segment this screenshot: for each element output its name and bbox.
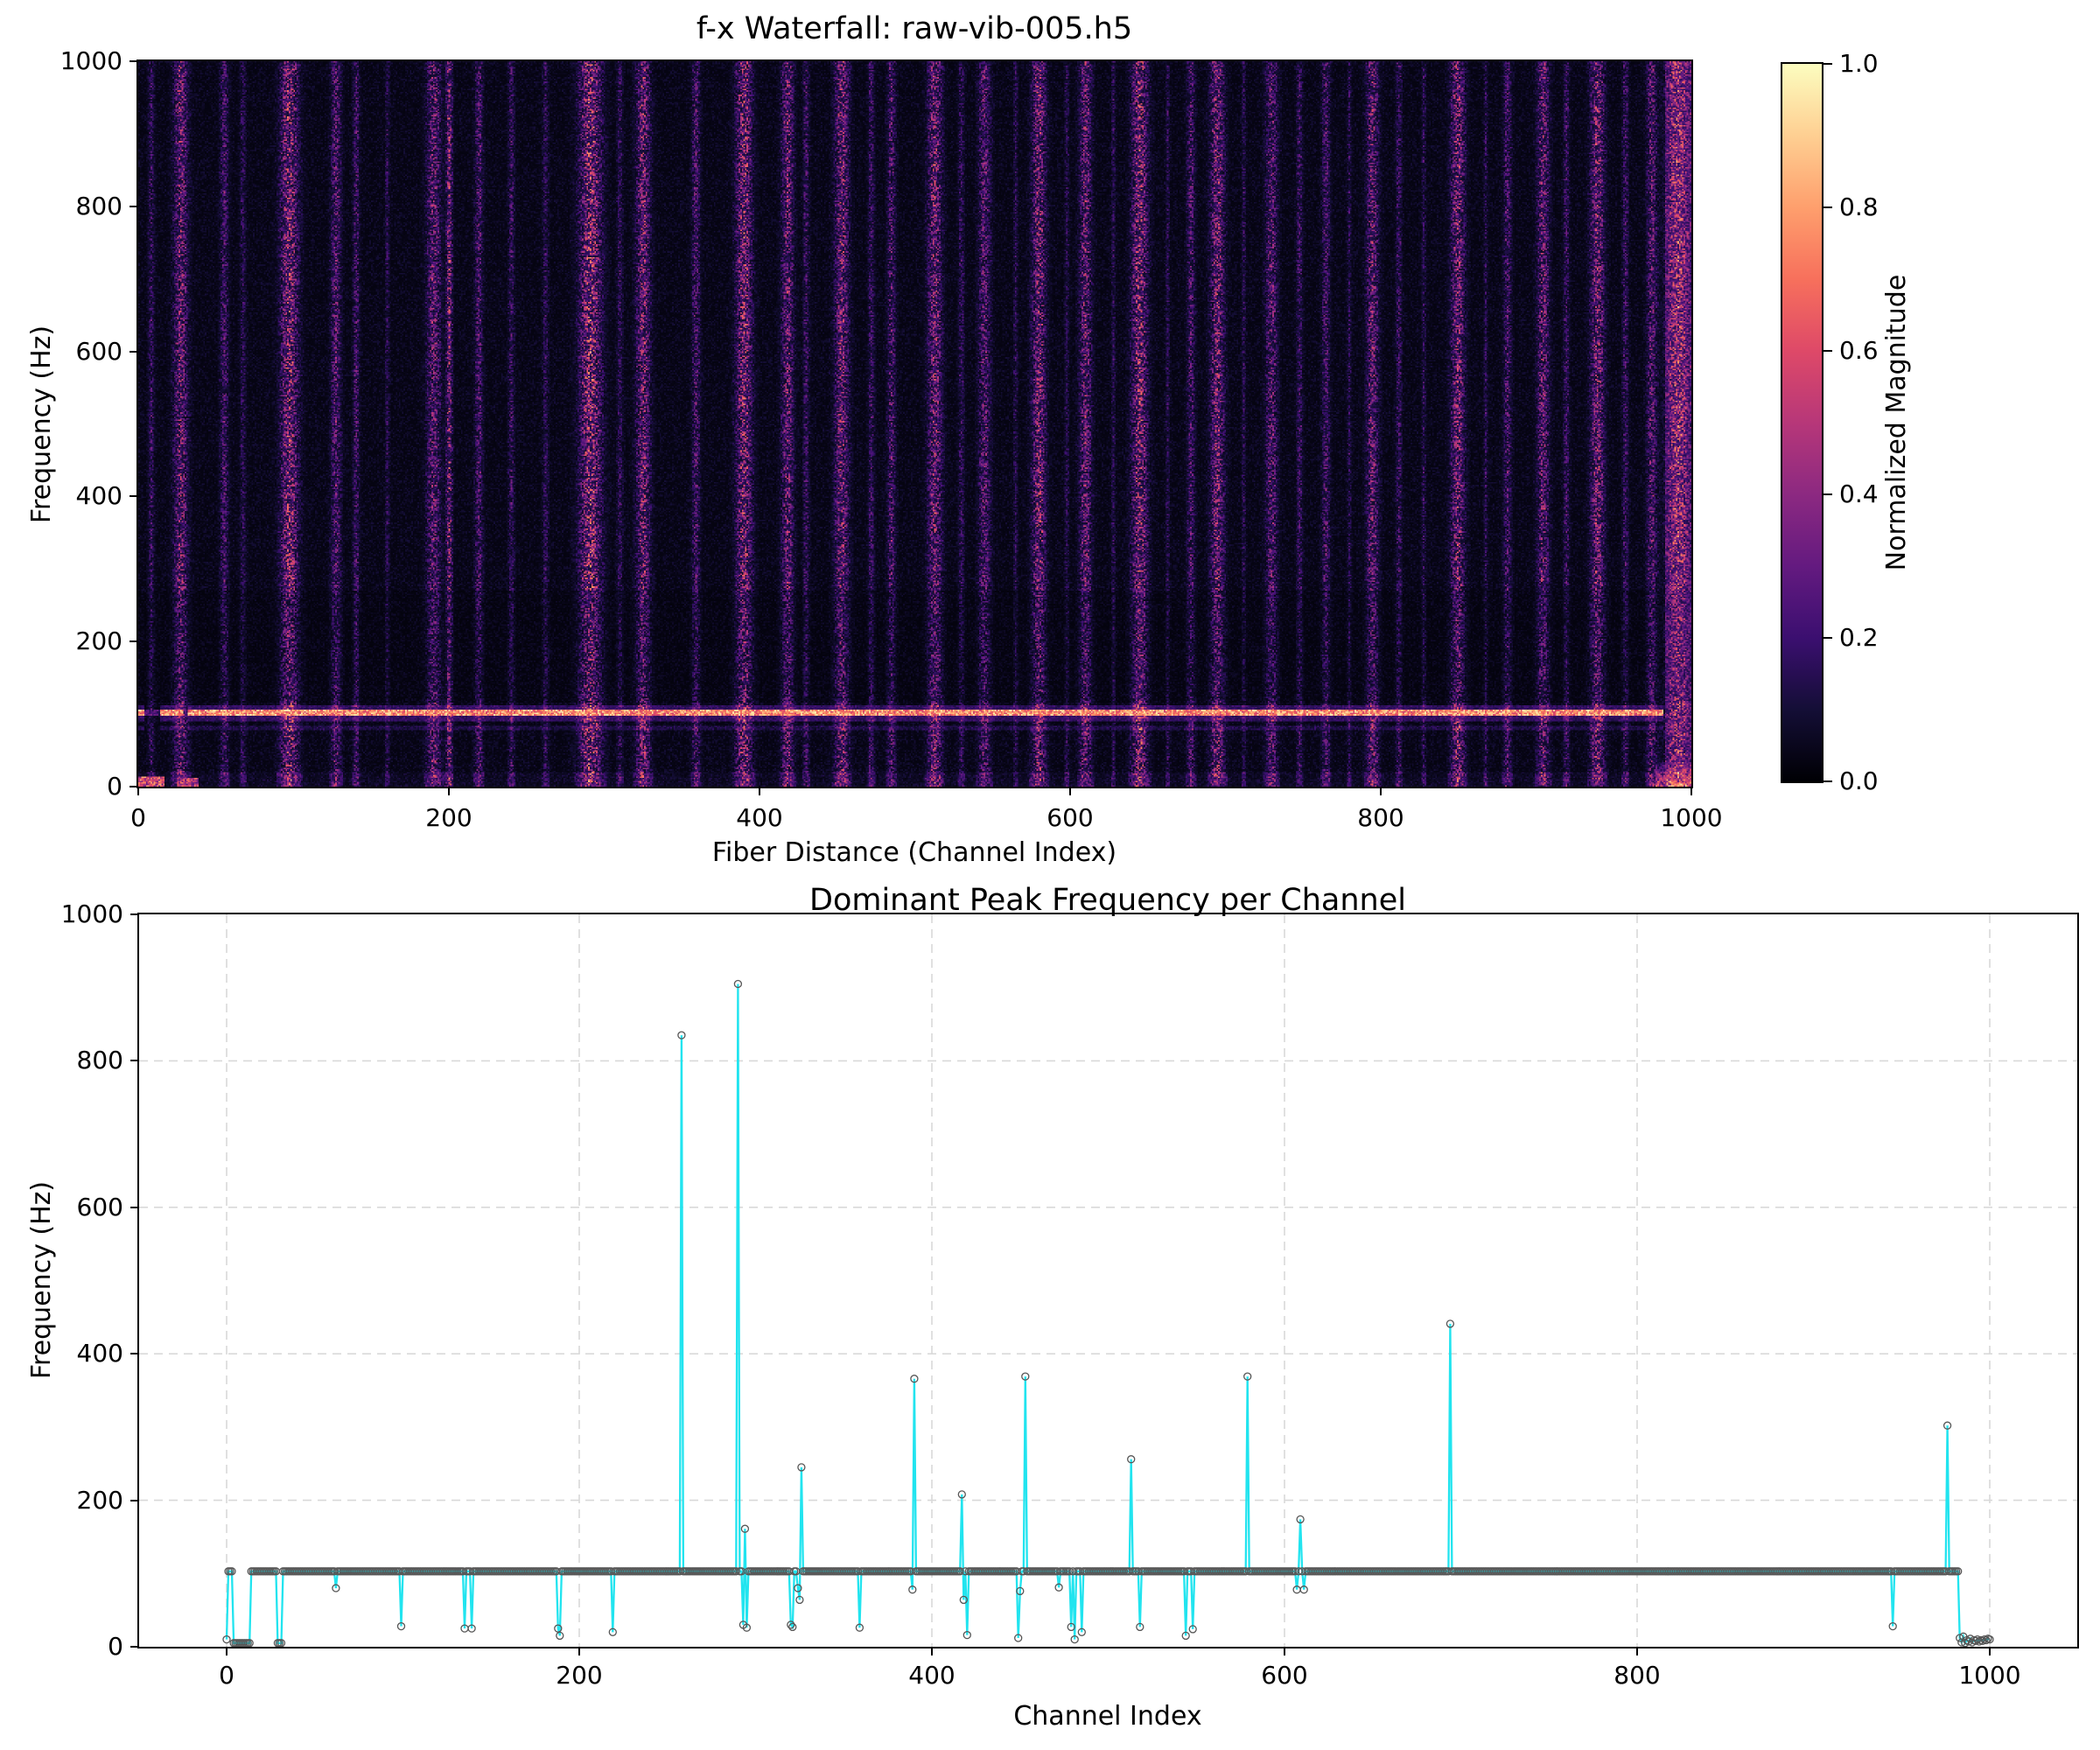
colorbar-tick — [1824, 637, 1832, 639]
peak-frequency-chart — [139, 914, 2077, 1647]
colorbar-gradient — [1782, 64, 1822, 781]
peak-chart-x-tick — [931, 1647, 933, 1656]
colorbar-tick-label: 0.6 — [1839, 336, 1936, 366]
peak-chart-x-tick — [226, 1647, 228, 1656]
colorbar-tick-label: 0.4 — [1839, 480, 1936, 509]
waterfall-x-tick — [1380, 787, 1382, 795]
waterfall-y-tick-label: 200 — [0, 626, 122, 656]
waterfall-plot-area — [136, 60, 1693, 788]
peak-chart-y-tick-label: 400 — [0, 1339, 123, 1368]
peak-chart-x-tick — [1636, 1647, 1638, 1656]
peak-chart-y-tick — [130, 914, 139, 915]
colorbar-tick — [1824, 63, 1832, 65]
colorbar-tick-label: 0.2 — [1839, 623, 1936, 653]
colorbar-tick — [1824, 494, 1832, 495]
waterfall-x-tick-label: 200 — [388, 803, 510, 833]
waterfall-x-tick — [137, 787, 139, 795]
waterfall-x-tick-label: 1000 — [1630, 803, 1753, 833]
waterfall-y-tick-label: 1000 — [0, 46, 122, 76]
waterfall-y-tick — [130, 351, 138, 353]
waterfall-ylabel: Frequency (Hz) — [26, 188, 58, 661]
peak-chart-x-tick-label: 200 — [518, 1661, 640, 1690]
peak-chart-y-tick-label: 600 — [0, 1193, 123, 1222]
colorbar-tick-label: 1.0 — [1839, 49, 1936, 79]
waterfall-xlabel: Fiber Distance (Channel Index) — [389, 837, 1439, 869]
peak-chart-x-tick-label: 600 — [1223, 1661, 1346, 1690]
peak-chart-ylabel: Frequency (Hz) — [26, 1044, 58, 1516]
colorbar-tick-label: 0.0 — [1839, 766, 1936, 796]
waterfall-heatmap — [138, 61, 1691, 787]
figure: f-x Waterfall: raw-vib-005.h5 Frequency … — [0, 0, 2100, 1750]
peak-chart-y-tick — [130, 1353, 139, 1354]
waterfall-y-tick-label: 600 — [0, 337, 122, 367]
waterfall-title: f-x Waterfall: raw-vib-005.h5 — [302, 11, 1527, 46]
colorbar — [1781, 62, 1824, 783]
waterfall-y-tick — [130, 640, 138, 642]
waterfall-x-tick — [1069, 787, 1071, 795]
peak-chart-y-tick-label: 200 — [0, 1486, 123, 1516]
waterfall-x-tick — [1690, 787, 1692, 795]
waterfall-y-tick-label: 800 — [0, 192, 122, 221]
waterfall-x-tick — [759, 787, 760, 795]
waterfall-y-tick-label: 400 — [0, 481, 122, 511]
peak-chart-x-tick — [578, 1647, 580, 1656]
waterfall-y-tick — [130, 495, 138, 497]
peak-chart-x-tick-label: 0 — [165, 1661, 288, 1690]
waterfall-x-tick-label: 400 — [698, 803, 821, 833]
waterfall-x-tick — [448, 787, 450, 795]
peak-chart-y-tick-label: 800 — [0, 1046, 123, 1075]
colorbar-tick-label: 0.8 — [1839, 192, 1936, 222]
peak-chart-x-tick-label: 800 — [1576, 1661, 1698, 1690]
peak-chart-y-tick — [130, 1207, 139, 1208]
colorbar-label: Normalized Magnitude — [1881, 160, 1913, 685]
peak-chart-y-tick-label: 0 — [0, 1632, 123, 1662]
peak-chart-x-tick-label: 400 — [871, 1661, 993, 1690]
peak-chart-x-tick-label: 1000 — [1928, 1661, 2051, 1690]
waterfall-x-tick-label: 600 — [1009, 803, 1131, 833]
peak-chart-y-tick-label: 1000 — [0, 900, 123, 929]
waterfall-x-tick-label: 800 — [1320, 803, 1442, 833]
colorbar-tick — [1824, 350, 1832, 352]
waterfall-y-tick — [130, 60, 138, 62]
waterfall-y-tick-label: 0 — [0, 772, 122, 802]
colorbar-tick — [1824, 780, 1832, 782]
waterfall-y-tick — [130, 206, 138, 207]
peak-chart-y-tick — [130, 1060, 139, 1061]
peak-chart-x-tick — [1284, 1647, 1285, 1656]
peak-chart-y-tick — [130, 1646, 139, 1648]
peak-chart-x-tick — [1989, 1647, 1991, 1656]
peak-chart-y-tick — [130, 1500, 139, 1502]
peak-frequency-line — [227, 984, 1990, 1643]
waterfall-x-tick-label: 0 — [77, 803, 200, 833]
peak-chart-xlabel: Channel Index — [583, 1701, 1633, 1732]
colorbar-tick — [1824, 206, 1832, 208]
